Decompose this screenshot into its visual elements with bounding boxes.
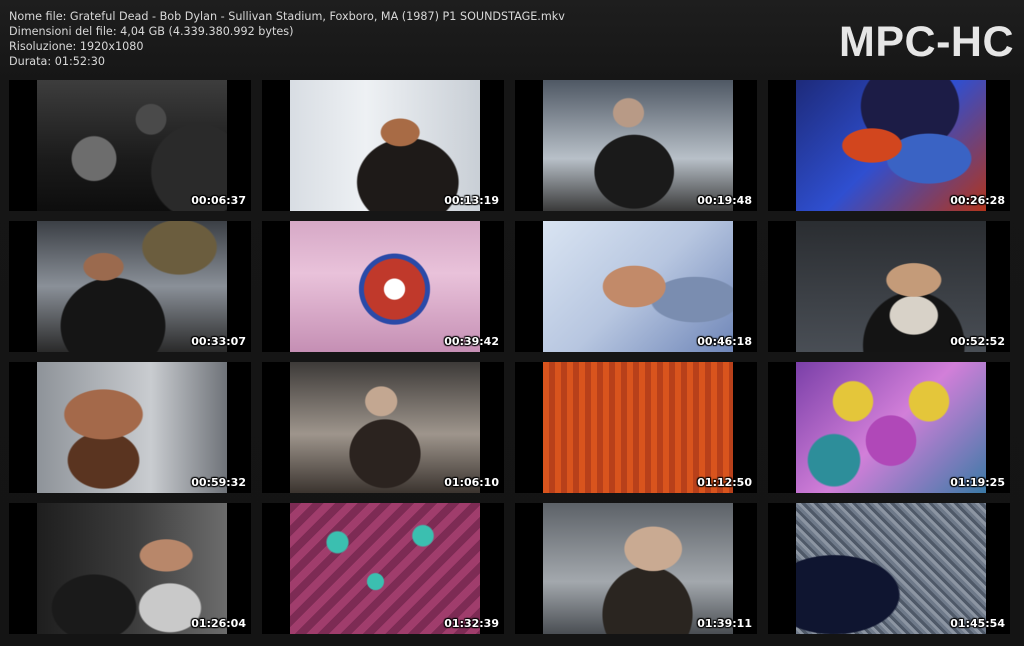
thumbnail-frame-psychedelic-guitar (796, 80, 986, 211)
thumbnail: 01:45:54 (768, 503, 1010, 634)
thumbnail: 01:39:11 (515, 503, 757, 634)
thumbnail-frame-guitarist-closeup (543, 503, 733, 634)
thumbnail-image (37, 503, 227, 634)
thumbnail-frame-kaleidoscope-flowers (796, 362, 986, 493)
thumbnail-frame-tiled-faces-purple (290, 503, 480, 634)
thumbnail-frame-guitarist-singing (290, 80, 480, 211)
thumbnail-image (796, 221, 986, 352)
timestamp-label: 00:46:18 (697, 335, 752, 348)
thumbnail: 01:32:39 (262, 503, 504, 634)
thumbnail: 00:13:19 (262, 80, 504, 211)
thumbnail-image (37, 362, 227, 493)
thumbnail: 00:33:07 (9, 221, 251, 352)
thumbnail-frame-drum-kit (37, 80, 227, 211)
thumbnail: 00:19:48 (515, 80, 757, 211)
timestamp-label: 01:32:39 (444, 617, 499, 630)
filename-line: Nome file: Grateful Dead - Bob Dylan - S… (9, 10, 565, 23)
timestamp-label: 00:19:48 (697, 194, 752, 207)
thumbnail-image (37, 221, 227, 352)
thumbnail-image (543, 503, 733, 634)
thumbnail: 00:59:32 (9, 362, 251, 493)
thumbnail-frame-bearded-guitarist (543, 80, 733, 211)
resolution-line: Risoluzione: 1920x1080 (9, 40, 144, 53)
timestamp-label: 00:33:07 (191, 335, 246, 348)
thumbnail-frame-psychedelic-face (543, 221, 733, 352)
thumbnail-frame-bearded-singer-sunglasses (796, 221, 986, 352)
timestamp-label: 00:26:28 (950, 194, 1005, 207)
thumbnail-image (290, 80, 480, 211)
timestamp-label: 01:39:11 (697, 617, 752, 630)
thumbnail-image (796, 362, 986, 493)
thumbnail: 00:46:18 (515, 221, 757, 352)
timestamp-label: 00:39:42 (444, 335, 499, 348)
thumbnail: 01:06:10 (262, 362, 504, 493)
thumbnail-image (796, 503, 986, 634)
timestamp-label: 01:26:04 (191, 617, 246, 630)
timestamp-label: 00:59:32 (191, 476, 246, 489)
thumbnail: 00:06:37 (9, 80, 251, 211)
file-info: Nome file: Grateful Dead - Bob Dylan - S… (9, 9, 565, 69)
thumbnail: 01:19:25 (768, 362, 1010, 493)
filesize-line: Dimensioni del file: 4,04 GB (4.339.380.… (9, 25, 294, 38)
thumbnail-image (543, 221, 733, 352)
thumbnail: 00:39:42 (262, 221, 504, 352)
thumbnail-frame-bearded-keyboardist (37, 362, 227, 493)
timestamp-label: 00:13:19 (444, 194, 499, 207)
duration-line: Durata: 01:52:30 (9, 55, 105, 68)
mpc-hc-logo: MPC-HC (839, 18, 1014, 66)
thumbnail-frame-kaleidoscope-red (543, 362, 733, 493)
thumbnail-image (37, 80, 227, 211)
thumbnail-image (543, 80, 733, 211)
timestamp-label: 01:45:54 (950, 617, 1005, 630)
timestamp-label: 01:06:10 (444, 476, 499, 489)
thumbnail-image (290, 362, 480, 493)
thumbnail-frame-steal-your-face-shirt (290, 221, 480, 352)
thumbnail: 01:26:04 (9, 503, 251, 634)
thumbnail-image (290, 221, 480, 352)
timestamp-label: 01:19:25 (950, 476, 1005, 489)
thumbnail-image (290, 503, 480, 634)
timestamp-label: 00:06:37 (191, 194, 246, 207)
thumbnail: 00:52:52 (768, 221, 1010, 352)
timestamp-label: 00:52:52 (950, 335, 1005, 348)
thumbnail-image (796, 80, 986, 211)
thumbnail-frame-singer-at-mic (37, 221, 227, 352)
thumbnail: 00:26:28 (768, 80, 1010, 211)
thumbnail-grid: 00:06:37 00:13:19 00:19:48 00:26:28 00:33:07… (9, 80, 1017, 634)
thumbnail-frame-guitarist-on-stage (290, 362, 480, 493)
thumbnail-frame-keyboardist-with-amps (37, 503, 227, 634)
timestamp-label: 01:12:50 (697, 476, 752, 489)
thumbnail: 01:12:50 (515, 362, 757, 493)
thumbnail-frame-crowd-view (796, 503, 986, 634)
thumbnail-image (543, 362, 733, 493)
